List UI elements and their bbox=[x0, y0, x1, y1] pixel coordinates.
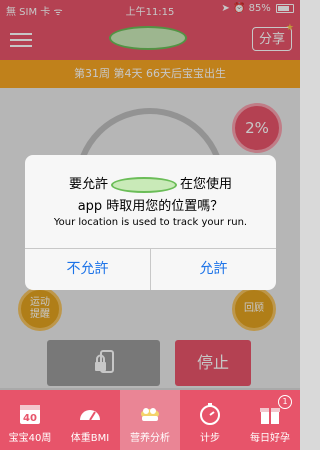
notification-badge: 1 bbox=[278, 395, 292, 409]
bottom-tab-bar: 40 宝宝40周 体重BMI 营养分析 计步 1 每日好孕 bbox=[0, 390, 300, 450]
food-bowl-icon bbox=[141, 408, 159, 421]
dialog-title-line2: app 時取用您的位置嗎？ bbox=[77, 199, 224, 214]
dialog-message: Your location is used to track your run. bbox=[53, 217, 248, 228]
calendar-number: 40 bbox=[23, 413, 37, 424]
allow-button[interactable]: 允許 bbox=[151, 249, 276, 290]
tab-label: 宝宝40周 bbox=[8, 433, 52, 444]
location-permission-dialog: 要允許 在您使用 app 時取用您的位置嗎？ Your location is u… bbox=[25, 155, 276, 290]
tab-weight-bmi[interactable]: 体重BMI bbox=[60, 390, 120, 450]
tab-pedometer[interactable]: 计步 bbox=[180, 390, 240, 450]
dialog-title-line1: 要允許 在您使用 bbox=[68, 176, 233, 193]
stopwatch-icon bbox=[200, 403, 220, 425]
tab-daily-tips[interactable]: 1 每日好孕 bbox=[240, 390, 300, 450]
tab-label: 每日好孕 bbox=[250, 433, 290, 444]
tab-nutrition-analysis[interactable]: 营养分析 bbox=[120, 390, 180, 450]
tab-baby-40-weeks[interactable]: 40 宝宝40周 bbox=[0, 390, 60, 450]
deny-button[interactable]: 不允許 bbox=[25, 249, 150, 290]
tab-label: 营养分析 bbox=[130, 433, 170, 444]
tab-label: 体重BMI bbox=[70, 433, 110, 444]
calendar-40-icon: 40 bbox=[20, 405, 40, 424]
app-name-placeholder bbox=[111, 176, 177, 193]
tab-label: 计步 bbox=[200, 433, 220, 444]
scale-icon bbox=[80, 410, 100, 421]
